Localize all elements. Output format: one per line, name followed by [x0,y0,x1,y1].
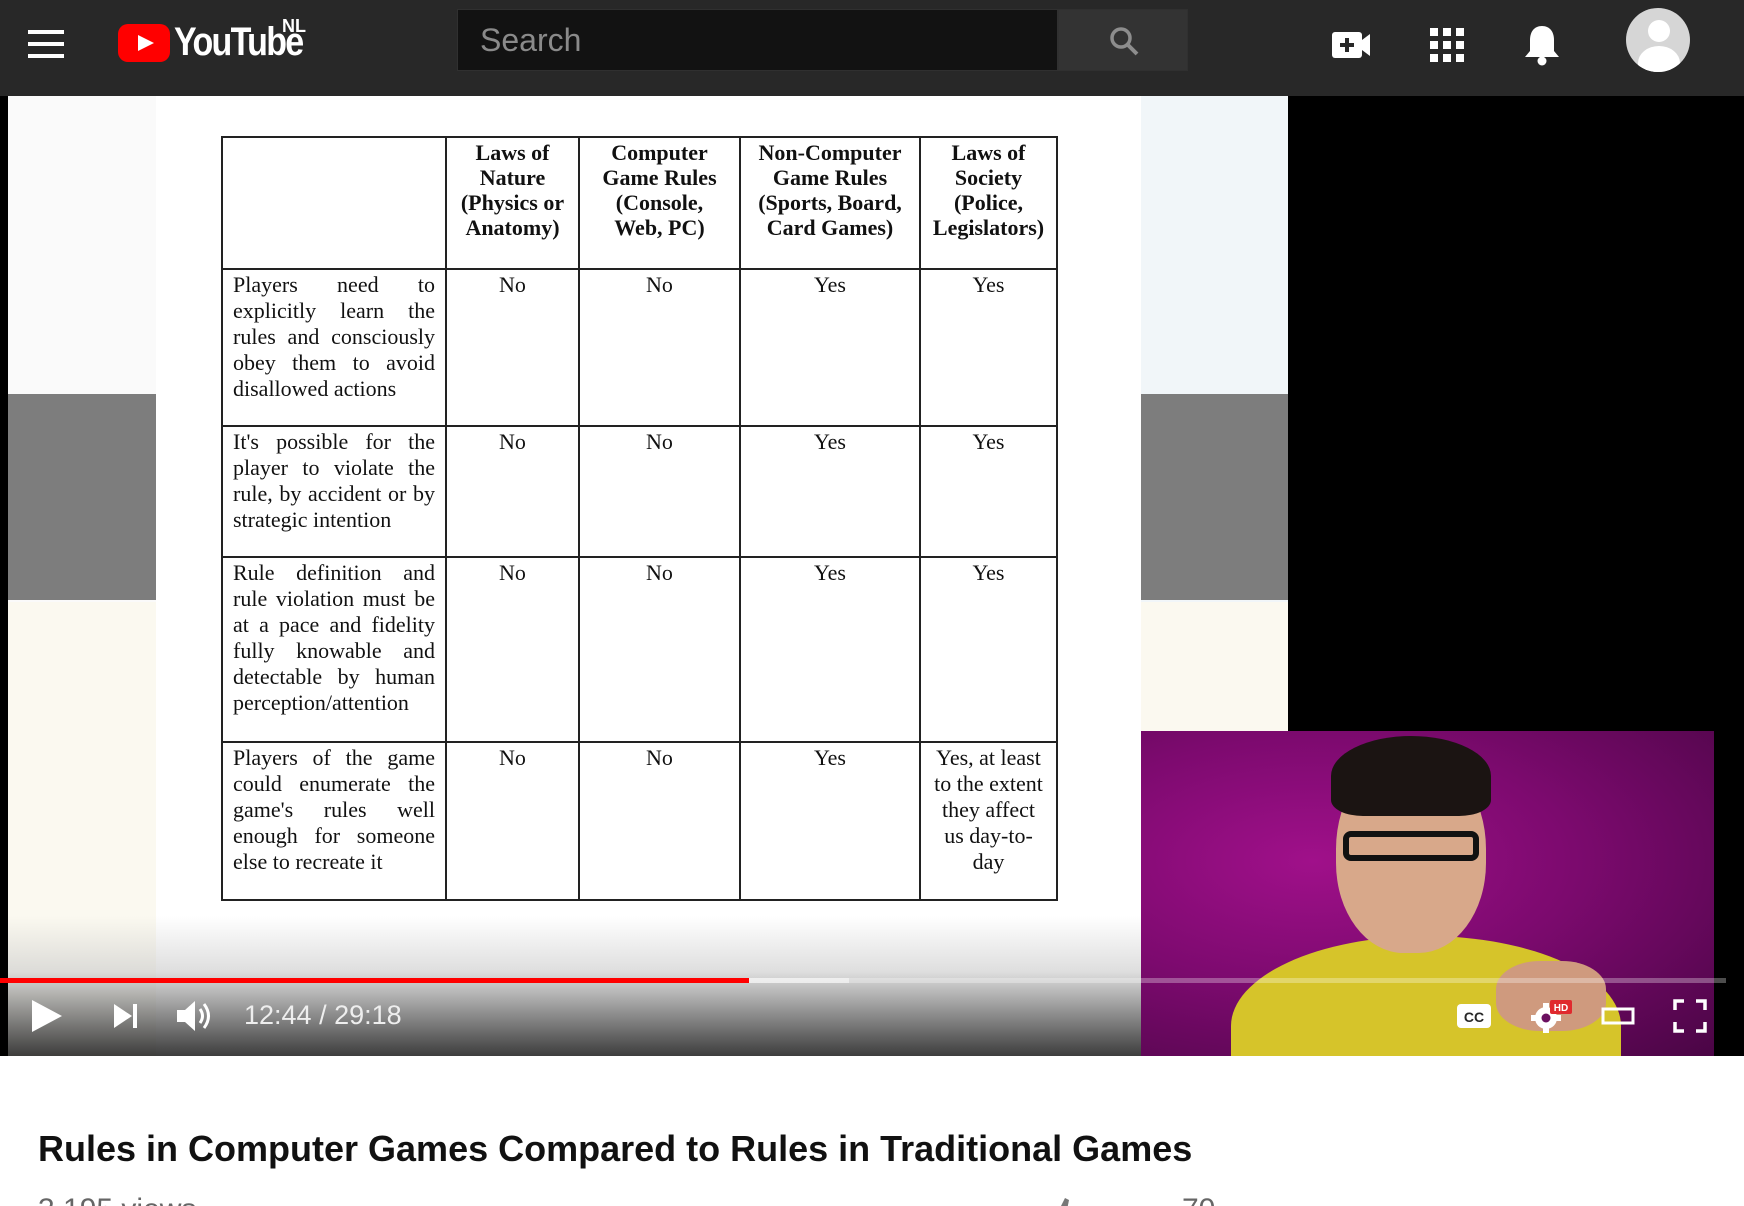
cell-value: No [578,741,741,901]
svg-text:HD: HD [1554,1003,1568,1014]
cell-value: No [578,425,741,558]
play-button[interactable] [28,996,68,1036]
region-label: NL [282,16,306,36]
play-icon [32,1000,62,1032]
cell-value: No [445,741,580,901]
search-icon [1110,27,1139,56]
cell-value: Yes [919,268,1058,427]
row-label: Players of the game could enumerate the … [221,741,447,901]
theater-mode-button[interactable] [1600,1000,1636,1032]
cell-value: No [578,268,741,427]
fullscreen-icon [1673,999,1707,1033]
captions-button[interactable]: CC [1455,1000,1493,1032]
masthead: YouTube NL [0,0,1744,96]
volume-button[interactable] [175,996,217,1036]
row-label: It's possible for the player to violate … [221,425,447,558]
row-label: Players need to explicitly learn the rul… [221,268,447,427]
table-corner-cell [221,136,447,270]
column-header: Computer Game Rules (Console, Web, PC) [578,136,741,270]
progress-bar[interactable] [0,978,1726,983]
table-header-row: Laws of Nature (Physics or Anatomy) Compute… [221,136,1058,270]
rules-comparison-table: Laws of Nature (Physics or Anatomy) Compute… [221,136,1058,901]
next-button[interactable] [110,1000,142,1032]
theater-mode-icon [1601,1007,1635,1025]
column-header: Non-Computer Game Rules (Sports, Board, Car… [739,136,921,270]
menu-icon[interactable] [28,30,64,58]
volume-icon [177,1001,210,1031]
svg-text:CC: CC [1464,1009,1484,1025]
settings-button[interactable]: HD [1528,998,1572,1034]
table-row: Players need to explicitly learn the rul… [221,268,1058,427]
youtube-logo[interactable]: YouTube NL [118,16,338,70]
next-icon [114,1004,137,1028]
cell-value: No [445,425,580,558]
apps-grid-icon[interactable] [1422,20,1472,70]
upload-video-icon[interactable] [1330,20,1380,70]
cell-value: Yes [739,268,921,427]
slide-margin-left [8,96,156,1056]
cell-value: Yes [739,741,921,901]
thumbs-up-icon[interactable] [1055,1196,1075,1206]
cell-value: Yes [739,556,921,743]
youtube-play-icon [118,24,170,62]
fullscreen-button[interactable] [1672,998,1708,1034]
column-header: Laws of Nature (Physics or Anatomy) [445,136,580,270]
cell-value: Yes, at least to the extent they affect … [919,741,1058,901]
row-label: Rule definition and rule violation must … [221,556,447,743]
like-count: 70 [1182,1193,1215,1206]
cell-value: Yes [919,556,1058,743]
table-row: Rule definition and rule violation must … [221,556,1058,743]
view-count: 3,195 views [38,1193,196,1206]
search-box [457,9,1058,71]
account-avatar[interactable] [1626,8,1690,72]
cell-value: No [578,556,741,743]
table-row: It's possible for the player to violate … [221,425,1058,558]
notifications-bell-icon[interactable] [1517,20,1567,70]
video-frame: Laws of Nature (Physics or Anatomy) Compute… [8,96,1288,1056]
gear-icon: HD [1531,1000,1572,1033]
cell-value: Yes [919,425,1058,558]
column-header: Laws of Society (Police, Legislators) [919,136,1058,270]
search-button[interactable] [1058,9,1188,71]
search-input[interactable] [458,10,1057,70]
captions-icon: CC [1457,1004,1491,1028]
video-player[interactable]: Laws of Nature (Physics or Anatomy) Compute… [0,96,1744,1056]
cell-value: Yes [739,425,921,558]
cell-value: No [445,268,580,427]
video-title: Rules in Computer Games Compared to Rule… [38,1128,1193,1169]
progress-played [0,978,750,983]
time-display: 12:44 / 29:18 [244,1000,402,1030]
table-row: Players of the game could enumerate the … [221,741,1058,901]
cell-value: No [445,556,580,743]
